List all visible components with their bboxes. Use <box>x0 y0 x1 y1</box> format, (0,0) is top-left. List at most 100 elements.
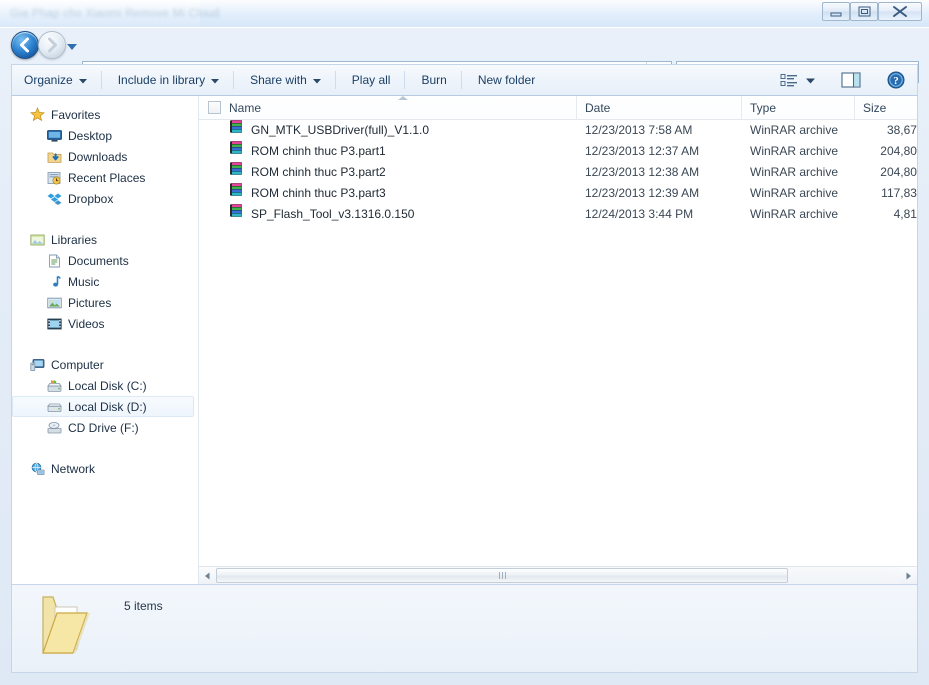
sidebar-item-dropbox[interactable]: Dropbox <box>12 188 198 209</box>
select-all-checkbox[interactable] <box>207 101 221 114</box>
sidebar-label: Recent Places <box>68 170 146 185</box>
sidebar-item-local-disk-d[interactable]: Local Disk (D:) <box>12 396 194 417</box>
nav-group-computer: Computer Local Disk (C:) Local Disk (D:)… <box>12 354 198 438</box>
preview-pane-button[interactable] <box>835 67 867 93</box>
sidebar-item-local-disk-c[interactable]: Local Disk (C:) <box>12 375 198 396</box>
nav-group-libraries: Libraries Documents Music Pictures Video… <box>12 229 198 334</box>
select-all-checkbox-column[interactable] <box>199 96 229 120</box>
file-name: ROM chinh thuc P3.part2 <box>251 165 386 179</box>
file-name-cell[interactable]: SP_Flash_Tool_v3.1316.0.150 <box>229 204 577 225</box>
toolbar-separator <box>100 71 102 89</box>
recent-pages-button[interactable] <box>66 39 78 50</box>
toolbar-item-share-with[interactable]: Share with <box>240 67 331 93</box>
toolbar-item-new-folder[interactable]: New folder <box>468 67 545 93</box>
column-header-size[interactable]: Size <box>855 96 917 120</box>
cd-drive-icon <box>46 420 62 436</box>
grip-line <box>498 572 500 579</box>
sidebar-label: CD Drive (F:) <box>68 420 139 435</box>
winrar-archive-icon <box>229 183 245 204</box>
toolbar-label: Burn <box>421 73 447 87</box>
file-name-cell[interactable]: ROM chinh thuc P3.part1 <box>229 141 577 162</box>
toolbar-separator <box>334 71 336 89</box>
table-row[interactable]: GN_MTK_USBDriver(full)_V1.1.0 12/23/2013… <box>199 120 917 141</box>
file-name: SP_Flash_Tool_v3.1316.0.150 <box>251 207 415 221</box>
sidebar-label: Libraries <box>51 232 98 247</box>
sidebar-item-network[interactable]: Network <box>12 458 198 479</box>
change-view-button[interactable] <box>774 67 821 93</box>
chevron-down-icon <box>78 73 87 87</box>
toolbar-item-burn[interactable]: Burn <box>411 67 456 93</box>
system-drive-icon <box>46 378 62 394</box>
toolbar-label: Play all <box>351 73 391 87</box>
close-button[interactable] <box>878 2 922 21</box>
details-pane: 5 items <box>11 585 918 673</box>
sidebar-item-cd-drive-f[interactable]: CD Drive (F:) <box>12 417 198 438</box>
documents-icon <box>46 253 62 269</box>
toolbar-separator <box>404 71 406 89</box>
table-row[interactable]: ROM chinh thuc P3.part1 12/23/2013 12:37… <box>199 141 917 162</box>
scroll-right-button[interactable] <box>900 567 917 584</box>
sidebar-item-documents[interactable]: Documents <box>12 250 198 271</box>
maximize-button[interactable] <box>850 2 878 21</box>
file-name-cell[interactable]: GN_MTK_USBDriver(full)_V1.1.0 <box>229 120 577 141</box>
help-button[interactable]: ? <box>881 67 911 93</box>
forward-button[interactable] <box>38 31 66 59</box>
scroll-left-button[interactable] <box>199 567 216 584</box>
chevron-down-icon <box>312 73 321 87</box>
toolbar-separator <box>233 71 235 89</box>
svg-text:?: ? <box>893 75 899 87</box>
toolbar-item-play-all[interactable]: Play all <box>342 67 401 93</box>
triangle-right-icon <box>906 572 911 579</box>
file-type: WinRAR archive <box>750 165 839 179</box>
winrar-archive-icon <box>229 141 245 162</box>
sidebar-item-pictures[interactable]: Pictures <box>12 292 198 313</box>
address-bar-row: Computer Local Disk (D:) New folder <box>0 27 929 83</box>
horizontal-scrollbar[interactable] <box>199 566 917 584</box>
restore-icon <box>858 6 871 17</box>
chevron-down-icon <box>67 44 77 50</box>
sidebar-item-recent-places[interactable]: Recent Places <box>12 167 198 188</box>
sidebar-item-desktop[interactable]: Desktop <box>12 125 198 146</box>
nav-group-favorites: Favorites Desktop Downloads Recent Place… <box>12 104 198 209</box>
scrollbar-thumb[interactable] <box>216 568 788 583</box>
file-date: 12/23/2013 7:58 AM <box>585 123 693 137</box>
column-header-type[interactable]: Type <box>742 96 855 120</box>
sidebar-item-videos[interactable]: Videos <box>12 313 198 334</box>
sidebar-item-libraries[interactable]: Libraries <box>12 229 198 250</box>
toolbar-separator <box>460 71 462 89</box>
libraries-icon <box>29 232 45 248</box>
close-icon <box>893 6 907 17</box>
file-type: WinRAR archive <box>750 144 839 158</box>
file-date: 12/24/2013 3:44 PM <box>585 207 694 221</box>
sidebar-label: Computer <box>51 357 104 372</box>
sidebar-item-favorites[interactable]: Favorites <box>12 104 198 125</box>
table-row[interactable]: ROM chinh thuc P3.part2 12/23/2013 12:38… <box>199 162 917 183</box>
file-name: GN_MTK_USBDriver(full)_V1.1.0 <box>251 123 430 137</box>
column-header-name[interactable]: Name <box>229 96 577 120</box>
toolbar-item-organize[interactable]: Organize <box>14 67 97 93</box>
scrollbar-track[interactable] <box>216 567 900 584</box>
sidebar-label: Desktop <box>68 128 113 143</box>
column-header-date[interactable]: Date <box>577 96 742 120</box>
star-icon <box>29 107 45 123</box>
file-name-cell[interactable]: ROM chinh thuc P3.part3 <box>229 183 577 204</box>
sidebar-item-music[interactable]: Music <box>12 271 198 292</box>
sidebar-label: Local Disk (C:) <box>68 378 147 393</box>
sidebar-item-downloads[interactable]: Downloads <box>12 146 198 167</box>
toolbar-item-include-in-library[interactable]: Include in library <box>108 67 229 93</box>
winrar-archive-icon <box>229 204 245 225</box>
explorer-window: Gia Phap cho Xiaomi Remove Mi Cloud Sear… <box>0 0 929 685</box>
item-count-text: 5 items <box>124 599 163 613</box>
file-size: 204,800 K <box>880 144 917 158</box>
file-name-cell[interactable]: ROM chinh thuc P3.part2 <box>229 162 577 183</box>
sidebar-label: Music <box>68 274 100 289</box>
minimize-button[interactable] <box>822 2 850 21</box>
table-row[interactable]: ROM chinh thuc P3.part3 12/23/2013 12:39… <box>199 183 917 204</box>
sidebar-item-computer[interactable]: Computer <box>12 354 198 375</box>
file-size: 4,810 K <box>893 207 917 221</box>
triangle-left-icon <box>205 572 210 579</box>
table-row[interactable]: SP_Flash_Tool_v3.1316.0.150 12/24/2013 3… <box>199 204 917 225</box>
back-button[interactable] <box>11 31 39 59</box>
row-spacer <box>199 141 229 162</box>
